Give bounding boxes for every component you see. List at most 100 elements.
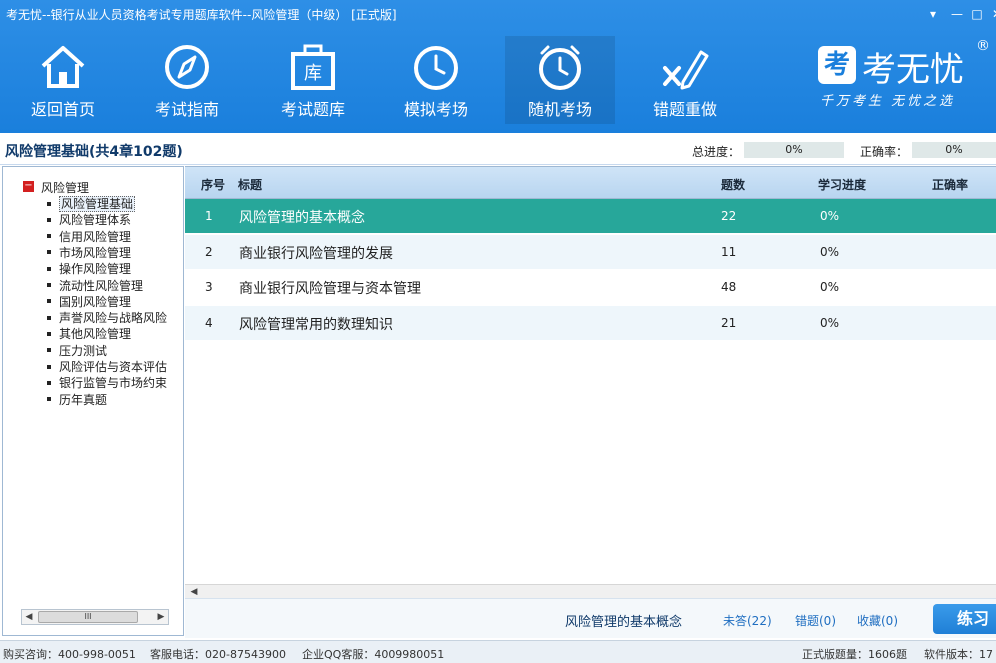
col-accuracy-header: 正确率 [932, 178, 969, 192]
tree-item[interactable]: 国别风险管理 [41, 293, 131, 309]
bullet-icon [47, 315, 51, 320]
app-header: 考无忧--银行从业人员资格考试专用题库软件--风险管理（中级） [正式版] ▾ … [0, 0, 996, 133]
cell-progress: 0% [820, 244, 840, 259]
cell-progress: 0% [820, 315, 840, 330]
cell-no: 3 [205, 280, 213, 294]
bullet-icon [47, 201, 51, 206]
tree-item[interactable]: 市场风险管理 [41, 244, 131, 260]
nav-mock-exam-label: 模拟考场 [403, 100, 468, 119]
scroll-thumb[interactable]: III [38, 611, 138, 623]
current-section-title: 风险管理的基本概念 [565, 615, 683, 630]
cell-progress: 0% [820, 280, 840, 294]
tree-item[interactable]: 流动性风险管理 [41, 277, 143, 293]
cell-title: 风险管理常用的数理知识 [239, 316, 393, 333]
nav-redo-wrong-button[interactable]: 错题重做 [630, 36, 740, 124]
nav-random-exam-button[interactable]: 随机考场 [505, 36, 615, 124]
table-row[interactable]: 2 商业银行风险管理的发展 11 0% [185, 234, 996, 269]
tree-item[interactable]: 压力测试 [41, 342, 107, 358]
col-no-header: 序号 [201, 178, 226, 192]
minimize-icon[interactable]: — [948, 5, 966, 23]
tree-item[interactable]: 风险评估与资本评估 [41, 358, 167, 374]
bullet-icon [47, 380, 51, 385]
tree-item[interactable]: 其他风险管理 [41, 325, 131, 341]
tree-item[interactable]: 风险管理基础 [41, 195, 136, 212]
tree-item-label: 市场风险管理 [59, 245, 132, 260]
table-row[interactable]: 3 商业银行风险管理与资本管理 48 0% [185, 270, 996, 304]
tree-horizontal-scrollbar[interactable]: ◀ III ▶ [21, 609, 169, 625]
status-bar: 购买咨询：400-998-0051 客服电话：020-87543900 企业QQ… [0, 640, 996, 663]
brand-mark-icon: 考 [818, 46, 856, 84]
practice-button[interactable]: 练习 [933, 604, 996, 634]
tree-item[interactable]: 银行监管与市场约束 [41, 374, 167, 390]
bullet-icon [47, 397, 51, 402]
total-progress-value: 0% [744, 142, 844, 158]
tree-item-label: 声誉风险与战略风险 [59, 311, 168, 326]
nav-mock-exam-button[interactable]: 模拟考场 [381, 36, 491, 124]
col-progress-header: 学习进度 [818, 178, 867, 192]
bullet-icon [47, 266, 51, 271]
accuracy-label: 正确率： [860, 145, 909, 159]
close-icon[interactable]: ✕ [988, 5, 996, 23]
tree-item[interactable]: 操作风险管理 [41, 260, 131, 276]
tree-item-label: 流动性风险管理 [59, 278, 144, 293]
nav-home-label: 返回首页 [30, 100, 95, 119]
scroll-right-icon[interactable]: ▶ [154, 610, 168, 624]
scroll-left-icon[interactable]: ◀ [22, 610, 36, 624]
nav-bank-button[interactable]: 库 考试题库 [258, 36, 368, 124]
nav-bank-label: 考试题库 [280, 100, 345, 119]
brand-slogan: 千万考生 无忧之选 [820, 94, 956, 109]
title-bar: 考无忧--银行从业人员资格考试专用题库软件--风险管理（中级） [正式版] ▾ … [0, 0, 996, 28]
tree-item[interactable]: 历年真题 [41, 391, 107, 407]
nav-home-button[interactable]: 返回首页 [8, 36, 118, 124]
registered-mark: ® [976, 38, 990, 54]
bullet-icon [47, 331, 51, 336]
course-info-bar: 风险管理基础(共4章102题) 总进度： 0% 正确率： 0% [0, 133, 996, 165]
tree-root-label: 风险管理 [41, 181, 90, 195]
bullet-icon [47, 348, 51, 353]
collapse-icon[interactable]: − [23, 181, 34, 192]
tree-item-label: 压力测试 [59, 343, 108, 358]
favorites-link[interactable]: 收藏(0) [857, 612, 898, 629]
maximize-icon[interactable]: □ [968, 5, 986, 23]
cell-title: 风险管理的基本概念 [239, 210, 365, 226]
bullet-icon [47, 283, 51, 287]
course-title: 风险管理基础(共4章102题) [5, 144, 183, 160]
cell-no: 4 [205, 315, 213, 330]
question-bank-icon: 库 [291, 44, 335, 90]
bullet-icon [47, 234, 51, 239]
col-title-header: 标题 [238, 178, 263, 192]
bullet-icon [47, 250, 51, 255]
cell-count: 22 [721, 209, 737, 223]
home-icon [41, 46, 85, 88]
alarm-clock-icon [539, 45, 581, 90]
cell-title: 商业银行风险管理的发展 [239, 245, 393, 262]
redo-wrong-icon [663, 50, 709, 90]
section-table: 序号 标题 题数 学习进度 正确率 1 风险管理的基本概念 22 0% 2 商业银行风险管… [185, 166, 996, 599]
bullet-icon [47, 299, 51, 304]
table-row[interactable]: 1 风险管理的基本概念 22 0% [185, 199, 996, 233]
bank-icon-char: 库 [304, 63, 322, 84]
bullet-icon [47, 217, 51, 222]
table-scroll-left-icon[interactable]: ◀ [187, 585, 201, 599]
table-horizontal-scrollbar[interactable]: ◀ [185, 584, 996, 599]
menu-dropdown-icon[interactable]: ▾ [924, 5, 942, 23]
cell-count: 48 [721, 280, 737, 294]
tree-item[interactable]: 风险管理体系 [41, 211, 131, 227]
clock-icon [414, 46, 458, 90]
nav-random-exam-label: 随机考场 [527, 100, 592, 119]
wrong-questions-link[interactable]: 错题(0) [795, 612, 836, 629]
table-row[interactable]: 4 风险管理常用的数理知识 21 0% [185, 305, 996, 340]
tree-item[interactable]: 声誉风险与战略风险 [41, 309, 167, 325]
tree-item-label: 风险管理体系 [59, 213, 132, 228]
tree-item-label: 信用风险管理 [59, 229, 132, 244]
action-bar: 风险管理的基本概念 未答(22) 错题(0) 收藏(0) 练习 [185, 598, 996, 638]
cell-count: 21 [721, 315, 737, 330]
brand-name: 考无忧 [862, 50, 964, 90]
tree-item-label: 国别风险管理 [59, 294, 132, 309]
tree-item[interactable]: 信用风险管理 [41, 228, 131, 244]
chapter-tree: − 风险管理 风险管理基础 风险管理体系 信用风险管理 市场风险管理 操作风险管理流动性… [2, 166, 184, 636]
compass-icon [165, 45, 209, 89]
nav-redo-wrong-label: 错题重做 [652, 100, 717, 119]
nav-guide-button[interactable]: 考试指南 [132, 36, 242, 124]
unanswered-link[interactable]: 未答(22) [723, 612, 772, 629]
